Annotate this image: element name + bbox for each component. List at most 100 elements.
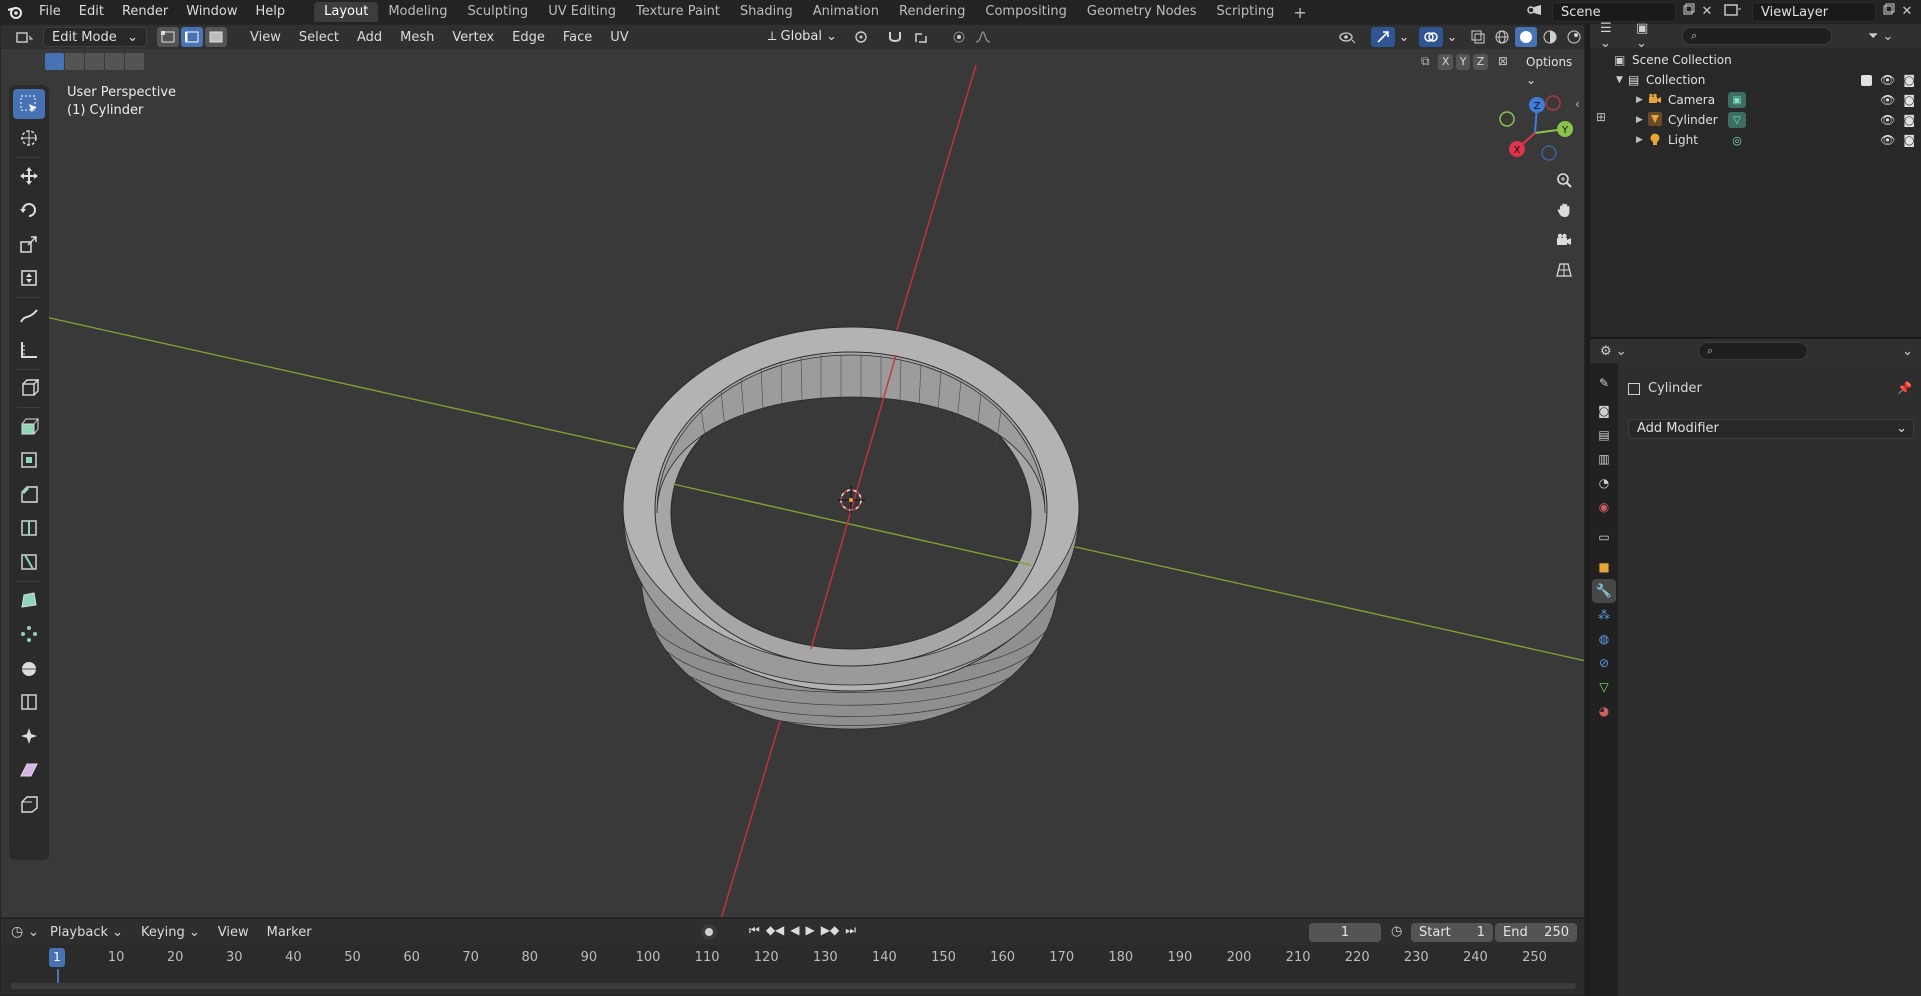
current-frame-field[interactable]: 1 bbox=[1309, 923, 1381, 942]
gizmo-toggle-icon[interactable] bbox=[1371, 27, 1395, 47]
tab-animation[interactable]: Animation bbox=[803, 2, 889, 22]
annotate-tool[interactable] bbox=[13, 301, 45, 331]
menu-help[interactable]: Help bbox=[247, 0, 295, 24]
menu-playback[interactable]: Playback ⌄ bbox=[41, 925, 132, 940]
face-select-button[interactable] bbox=[205, 27, 227, 47]
menu-timeline-view[interactable]: View bbox=[209, 925, 258, 940]
scene-selector-icon[interactable] bbox=[1524, 3, 1546, 21]
outliner-search-input[interactable]: ⌕ bbox=[1682, 27, 1832, 45]
overlays-toggle-icon[interactable] bbox=[1419, 27, 1443, 47]
camera-render-icon[interactable]: ◙ bbox=[1903, 73, 1915, 87]
transform-orientation-dropdown[interactable]: ⟂ Global ⌄ bbox=[760, 27, 840, 47]
select-intersect-button[interactable] bbox=[125, 53, 144, 70]
prev-keyframe-icon[interactable]: ◆◀ bbox=[766, 923, 784, 938]
tab-geometry-nodes[interactable]: Geometry Nodes bbox=[1077, 2, 1207, 22]
outliner-editor-type-icon[interactable]: ☰ ⌄ bbox=[1600, 21, 1626, 51]
properties-options-icon[interactable]: ⌄ bbox=[1902, 344, 1913, 359]
mesh-data-icon[interactable]: ▽ bbox=[1728, 112, 1746, 128]
tab-layout[interactable]: Layout bbox=[314, 2, 379, 22]
menu-view[interactable]: View bbox=[241, 30, 290, 45]
ortho-toggle-icon[interactable] bbox=[1551, 257, 1577, 283]
eye-icon[interactable]: 👁 bbox=[1880, 93, 1895, 107]
xray-toggle-icon[interactable] bbox=[1467, 27, 1489, 47]
inset-faces-tool[interactable] bbox=[13, 445, 45, 475]
view-layer-tab-icon[interactable]: ▥ bbox=[1592, 447, 1616, 471]
eye-icon[interactable]: 👁 bbox=[1880, 73, 1895, 87]
options-dropdown[interactable]: Options ⌄ bbox=[1520, 53, 1584, 87]
playhead[interactable]: 1 bbox=[49, 948, 65, 967]
menu-window[interactable]: Window bbox=[177, 0, 246, 24]
bevel-tool[interactable] bbox=[13, 479, 45, 509]
next-keyframe-icon[interactable]: ▶◆ bbox=[821, 923, 839, 938]
transform-tool[interactable] bbox=[13, 263, 45, 293]
knife-tool[interactable] bbox=[13, 547, 45, 577]
select-extend-button[interactable] bbox=[65, 53, 84, 70]
play-reverse-icon[interactable]: ◀ bbox=[790, 923, 799, 938]
extrude-tool[interactable] bbox=[13, 411, 45, 441]
collection-checkbox[interactable] bbox=[1861, 74, 1873, 86]
jump-start-icon[interactable]: ⏮ bbox=[749, 923, 760, 938]
collection-row[interactable]: ▼ ▤ Collection 👁 ◙ bbox=[1590, 70, 1921, 90]
menu-marker[interactable]: Marker bbox=[258, 925, 321, 940]
editor-type-icon[interactable] bbox=[11, 27, 39, 47]
display-mode-icon[interactable]: ▣ ⌄ bbox=[1636, 21, 1662, 51]
pivot-point-icon[interactable] bbox=[848, 27, 878, 47]
vertex-select-button[interactable] bbox=[157, 27, 179, 47]
eye-icon[interactable]: 👁 bbox=[1880, 133, 1895, 147]
poly-build-tool[interactable] bbox=[13, 585, 45, 615]
delete-view-layer-icon[interactable]: ✕ bbox=[1896, 3, 1918, 21]
timeline-editor-type-icon[interactable]: ◷ ⌄ bbox=[11, 924, 41, 940]
menu-face[interactable]: Face bbox=[554, 30, 601, 45]
menu-edit[interactable]: Edit bbox=[70, 0, 113, 24]
visibility-selectability-icon[interactable] bbox=[1333, 27, 1361, 47]
gizmo-dropdown-icon[interactable]: ⌄ bbox=[1397, 27, 1411, 47]
menu-add[interactable]: Add bbox=[348, 30, 391, 45]
properties-search-input[interactable]: ⌕ bbox=[1698, 342, 1808, 360]
end-frame-field[interactable]: End 250 bbox=[1495, 923, 1577, 942]
falloff-icon[interactable] bbox=[972, 27, 994, 47]
camera-render-icon[interactable]: ◙ bbox=[1903, 113, 1915, 127]
camera-render-icon[interactable]: ◙ bbox=[1903, 133, 1915, 147]
outliner-left-icon[interactable]: ⊞ bbox=[1596, 110, 1606, 124]
snap-target-icon[interactable] bbox=[908, 27, 938, 47]
tab-scripting[interactable]: Scripting bbox=[1207, 2, 1285, 22]
mode-dropdown[interactable]: Edit Mode ⌄ bbox=[43, 27, 147, 47]
mirror-y-toggle[interactable]: Y bbox=[1455, 54, 1471, 70]
move-tool[interactable] bbox=[13, 161, 45, 191]
frame-ruler[interactable]: 1 10 20 30 40 50 60 70 80 90 100 110 120 130 140 150 16… bbox=[1, 947, 1584, 969]
menu-render[interactable]: Render bbox=[113, 0, 177, 24]
wireframe-shading-icon[interactable] bbox=[1491, 27, 1513, 47]
spin-tool[interactable] bbox=[13, 619, 45, 649]
physics-tab-icon[interactable]: ◍ bbox=[1592, 627, 1616, 651]
outliner-item-light[interactable]: ▶ Light ◎ 👁 ◙ bbox=[1590, 130, 1921, 150]
solid-shading-icon[interactable] bbox=[1515, 27, 1537, 47]
rotate-tool[interactable] bbox=[13, 195, 45, 225]
output-tab-icon[interactable]: ▤ bbox=[1592, 423, 1616, 447]
camera-render-icon[interactable]: ◙ bbox=[1903, 93, 1915, 107]
expand-icon[interactable]: ▶ bbox=[1636, 95, 1648, 105]
select-box-tool[interactable] bbox=[13, 89, 45, 119]
tab-sculpting[interactable]: Sculpting bbox=[457, 2, 538, 22]
particles-tab-icon[interactable]: ⁂ bbox=[1592, 603, 1616, 627]
menu-file[interactable]: File bbox=[30, 0, 70, 24]
proportional-edit-icon[interactable] bbox=[948, 27, 970, 47]
edge-slide-tool[interactable] bbox=[13, 687, 45, 717]
rip-region-tool[interactable] bbox=[13, 789, 45, 819]
object-tab-icon[interactable]: ■ bbox=[1592, 555, 1616, 579]
smooth-tool[interactable] bbox=[13, 653, 45, 683]
filter-icon[interactable]: ⏷ ⌄ bbox=[1868, 29, 1893, 44]
camera-data-icon[interactable]: ▣ bbox=[1728, 92, 1746, 108]
shear-tool[interactable] bbox=[13, 755, 45, 785]
collection-tab-icon[interactable]: ▭ bbox=[1592, 525, 1616, 549]
expand-icon[interactable]: ▶ bbox=[1636, 115, 1648, 125]
auto-merge-icon[interactable]: ⊠ bbox=[1495, 54, 1511, 70]
play-icon[interactable]: ▶ bbox=[806, 923, 815, 938]
loop-cut-tool[interactable] bbox=[13, 513, 45, 543]
mirror-z-toggle[interactable]: Z bbox=[1473, 54, 1488, 70]
tab-modeling[interactable]: Modeling bbox=[378, 2, 457, 22]
mirror-x-toggle[interactable]: X bbox=[1438, 54, 1453, 70]
render-tab-icon[interactable]: ◙ bbox=[1592, 399, 1616, 423]
outliner-item-cylinder[interactable]: ▶ Cylinder ▽ 👁 ◙ bbox=[1590, 110, 1921, 130]
menu-mesh[interactable]: Mesh bbox=[391, 30, 443, 45]
menu-uv[interactable]: UV bbox=[601, 30, 637, 45]
